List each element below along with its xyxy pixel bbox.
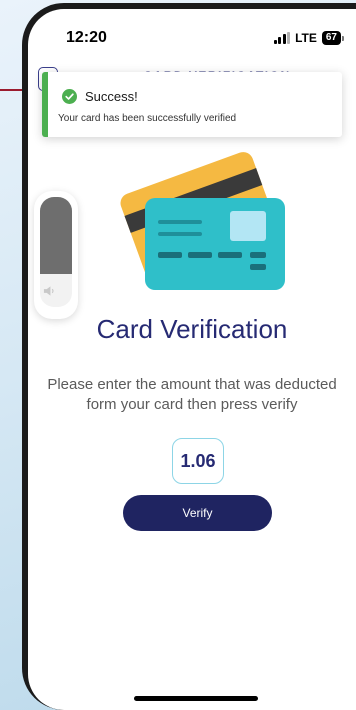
home-indicator: [134, 696, 258, 701]
status-indicators: LTE 67: [273, 31, 344, 45]
verify-button[interactable]: Verify: [123, 495, 272, 531]
speaker-icon: [43, 286, 54, 296]
volume-hud[interactable]: [34, 191, 78, 319]
status-time: 12:20: [66, 29, 107, 46]
success-toast[interactable]: Success! Your card has been successfully…: [42, 72, 342, 137]
battery-level: 67: [321, 31, 341, 45]
signal-icon: [273, 32, 291, 44]
check-circle-icon: [62, 89, 77, 104]
network-label: LTE: [295, 31, 317, 45]
volume-fill: [40, 197, 72, 274]
toast-message: Your card has been successfully verified: [58, 113, 237, 124]
battery-icon: 67: [321, 31, 344, 45]
amount-input[interactable]: 1.06: [172, 438, 224, 484]
app-screen: 12:20 LTE 67 CARD VERIFICATION Success! …: [28, 9, 356, 710]
toast-title: Success!: [85, 89, 138, 104]
page-title: Card Verification: [96, 314, 288, 344]
credit-cards-illustration: [120, 152, 285, 290]
instructions-text: Please enter the amount that was deducte…: [47, 376, 337, 413]
